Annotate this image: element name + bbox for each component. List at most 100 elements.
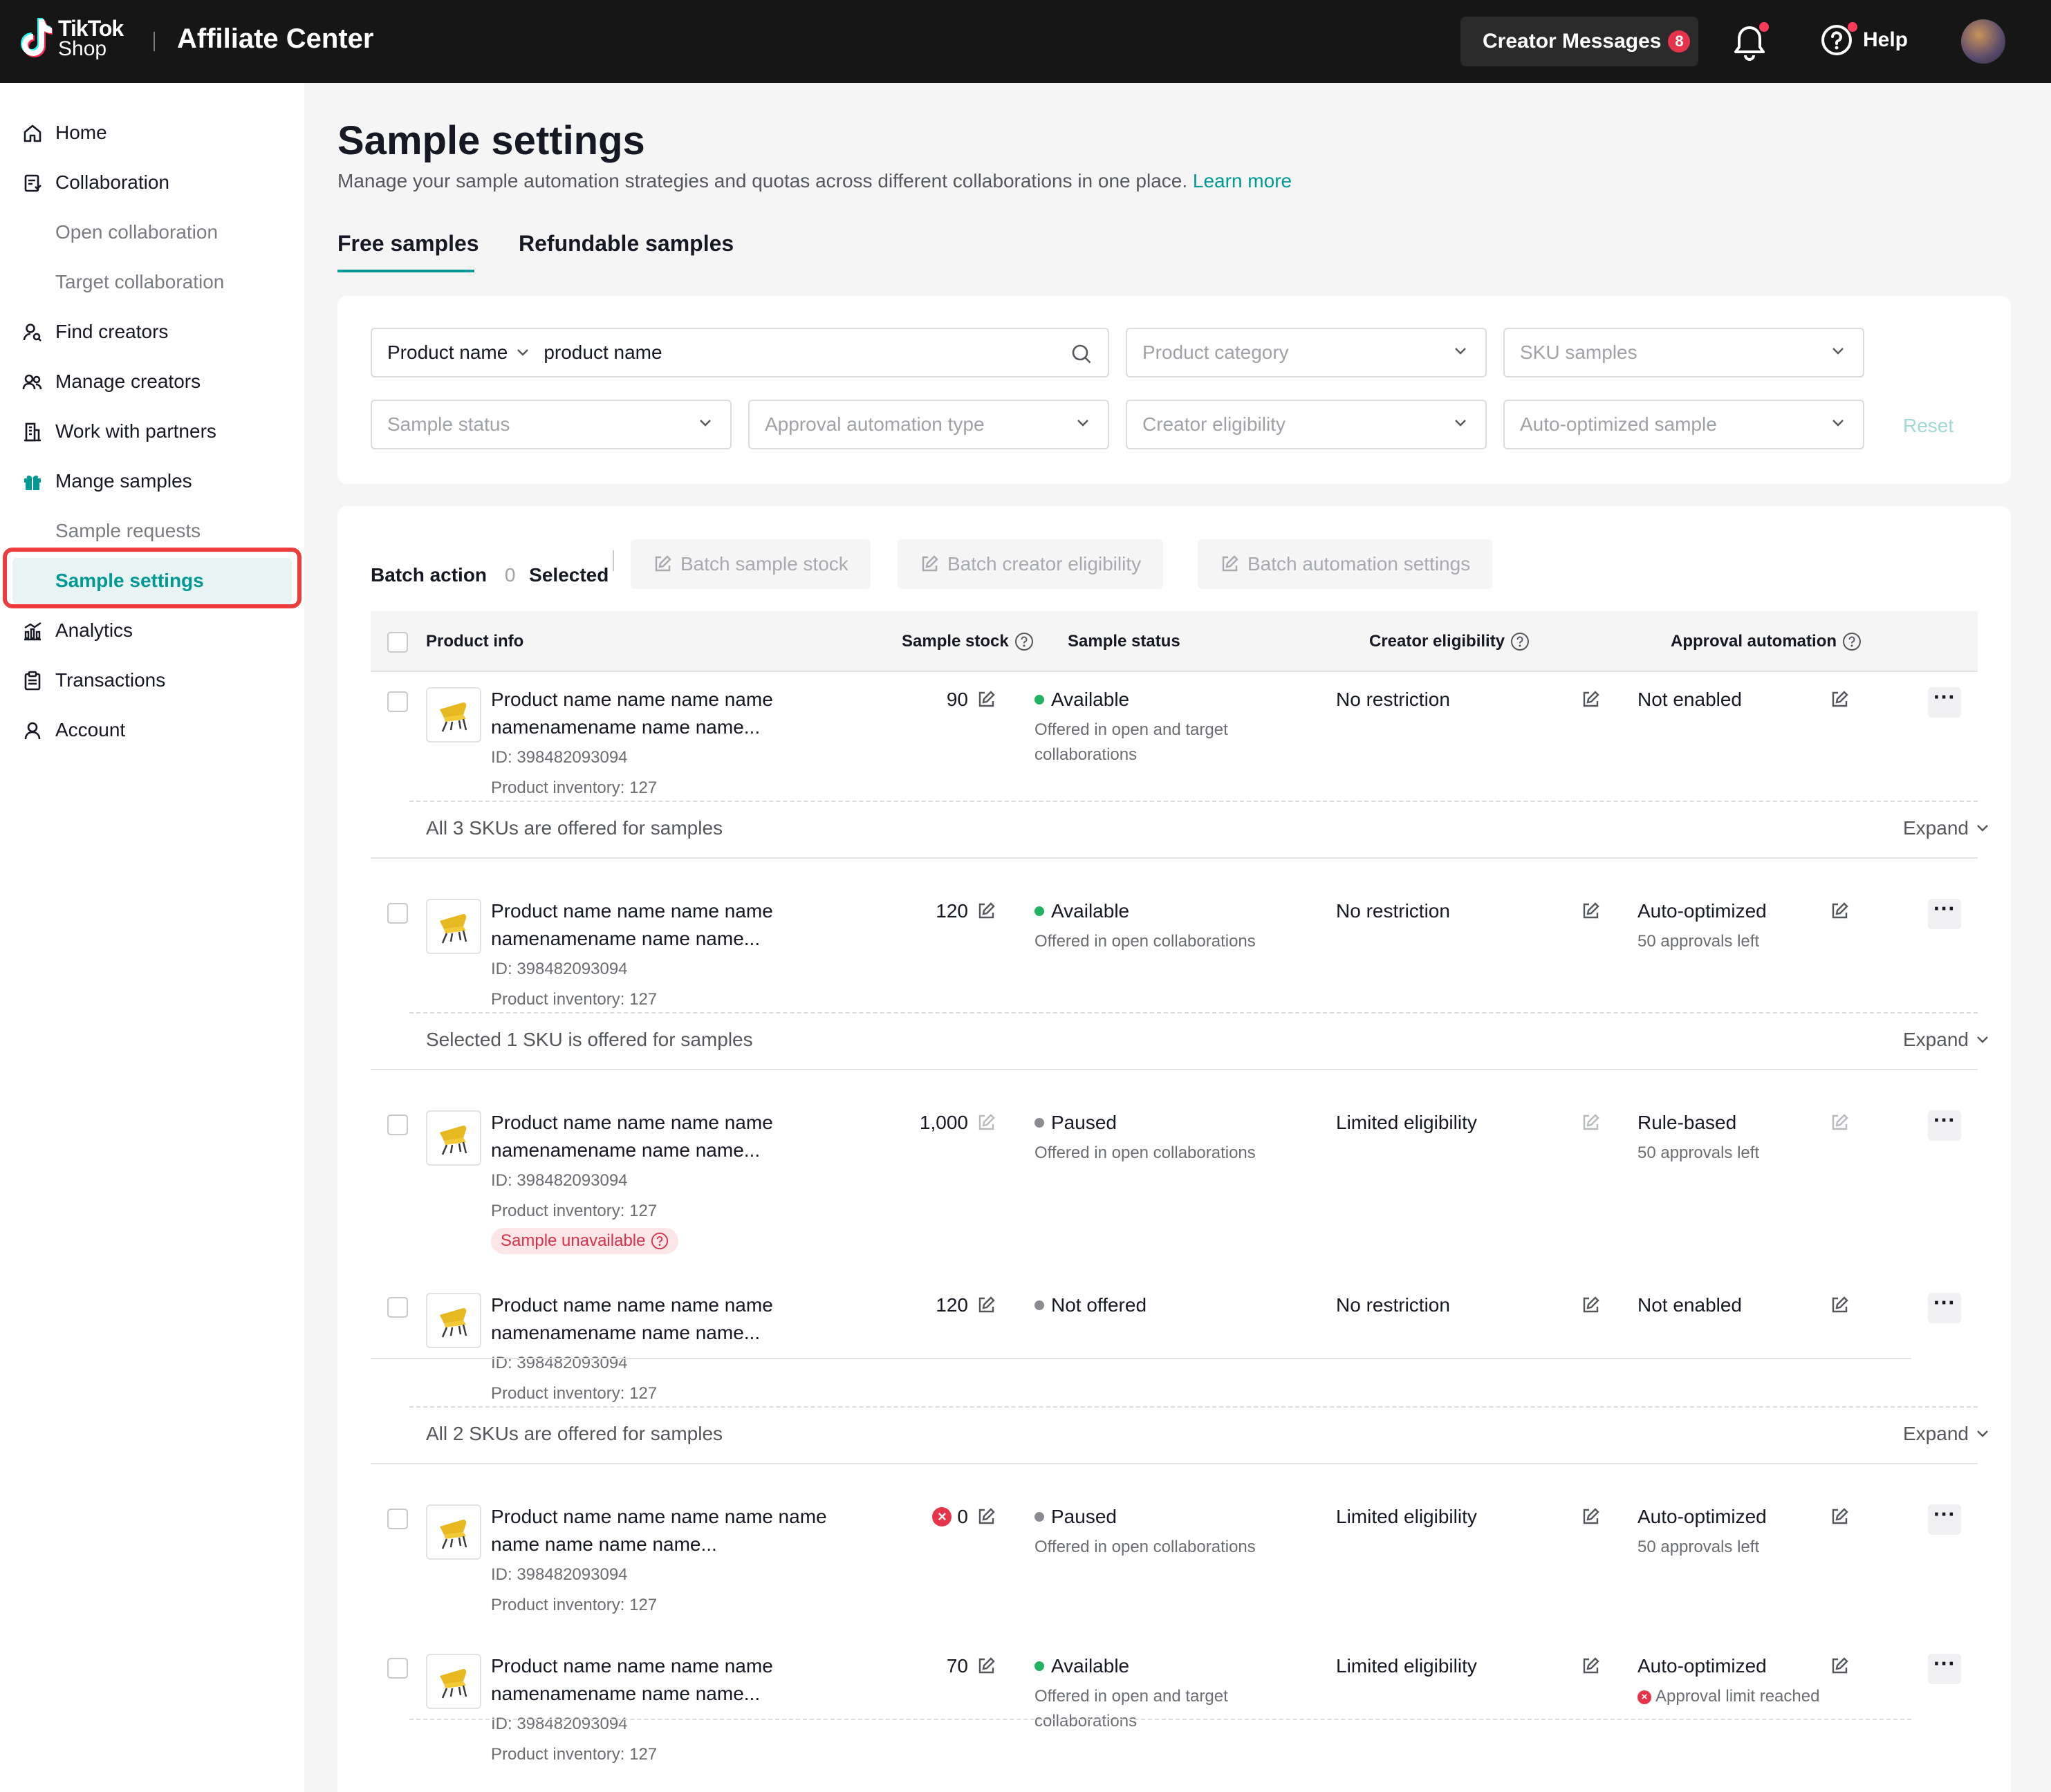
edit-icon[interactable] bbox=[1830, 902, 1849, 921]
help-button[interactable]: Help bbox=[1820, 22, 1908, 57]
edit-automation-button[interactable] bbox=[1830, 1113, 1849, 1132]
more-actions-button[interactable]: ··· bbox=[1928, 1652, 1961, 1684]
edit-icon[interactable] bbox=[976, 1113, 996, 1132]
edit-icon[interactable] bbox=[976, 1296, 996, 1315]
row-checkbox[interactable] bbox=[387, 1297, 408, 1318]
edit-eligibility-button[interactable] bbox=[1581, 1296, 1600, 1315]
edit-stock-button[interactable] bbox=[976, 902, 996, 921]
row-checkbox[interactable] bbox=[387, 903, 408, 924]
product-name-line1[interactable]: Product name name name name bbox=[491, 689, 773, 711]
row-checkbox[interactable] bbox=[387, 691, 408, 712]
expand-button[interactable]: Expand bbox=[1903, 1423, 1989, 1445]
more-actions-button[interactable]: ··· bbox=[1928, 1109, 1961, 1141]
edit-icon[interactable] bbox=[1581, 1507, 1600, 1527]
edit-icon[interactable] bbox=[1830, 1113, 1849, 1132]
expand-button[interactable]: Expand bbox=[1903, 817, 1989, 839]
edit-eligibility-button[interactable] bbox=[1581, 902, 1600, 921]
edit-icon[interactable] bbox=[976, 1507, 996, 1527]
row-checkbox[interactable] bbox=[387, 1509, 408, 1529]
sidebar-item-manage-samples[interactable]: Mange samples bbox=[0, 456, 304, 506]
sidebar-item-account[interactable]: Account bbox=[0, 705, 304, 755]
product-name-line1[interactable]: Product name name name name bbox=[491, 1112, 773, 1134]
sidebar-item-find-creators[interactable]: Find creators bbox=[0, 307, 304, 357]
edit-automation-button[interactable] bbox=[1830, 902, 1849, 921]
help-circle-icon[interactable] bbox=[1014, 632, 1034, 651]
search-input[interactable]: Product name product name bbox=[371, 328, 1109, 377]
edit-eligibility-button[interactable] bbox=[1581, 690, 1600, 709]
edit-stock-button[interactable] bbox=[976, 1296, 996, 1315]
sidebar-item-manage-creators[interactable]: Manage creators bbox=[0, 357, 304, 407]
edit-icon[interactable] bbox=[1830, 690, 1849, 709]
edit-icon[interactable] bbox=[1830, 1656, 1849, 1676]
select-all-checkbox[interactable] bbox=[387, 632, 408, 653]
sidebar-item-transactions[interactable]: Transactions bbox=[0, 655, 304, 705]
product-name-line2[interactable]: namenamename name name... bbox=[491, 1322, 760, 1344]
product-thumbnail[interactable] bbox=[426, 899, 481, 954]
product-thumbnail[interactable] bbox=[426, 1504, 481, 1560]
auto-optimized-sample-select[interactable]: Auto-optimized sample bbox=[1503, 400, 1864, 449]
creator-eligibility-select[interactable]: Creator eligibility bbox=[1126, 400, 1487, 449]
edit-stock-button[interactable] bbox=[976, 1113, 996, 1132]
product-thumbnail[interactable] bbox=[426, 1293, 481, 1348]
edit-icon[interactable] bbox=[976, 1656, 996, 1676]
sample-status-select[interactable]: Sample status bbox=[371, 400, 732, 449]
product-thumbnail[interactable] bbox=[426, 687, 481, 743]
product-name-line1[interactable]: Product name name name name bbox=[491, 1294, 773, 1316]
edit-icon[interactable] bbox=[976, 690, 996, 709]
product-name-line2[interactable]: name name name name... bbox=[491, 1533, 717, 1556]
product-thumbnail[interactable] bbox=[426, 1654, 481, 1709]
sidebar-item-work-with-partners[interactable]: Work with partners bbox=[0, 407, 304, 456]
batch-sample-stock-button[interactable]: Batch sample stock bbox=[631, 539, 871, 589]
search-icon[interactable] bbox=[1070, 343, 1093, 365]
sample-unavailable-tag[interactable]: Sample unavailable bbox=[491, 1228, 679, 1254]
product-name-line2[interactable]: namenamename name name... bbox=[491, 1683, 760, 1705]
sidebar-item-open-collaboration[interactable]: Open collaboration bbox=[0, 207, 304, 257]
edit-eligibility-button[interactable] bbox=[1581, 1656, 1600, 1676]
batch-creator-eligibility-button[interactable]: Batch creator eligibility bbox=[898, 539, 1164, 589]
tab-refundable-samples[interactable]: Refundable samples bbox=[519, 231, 734, 256]
edit-stock-button[interactable] bbox=[976, 1507, 996, 1527]
batch-automation-settings-button[interactable]: Batch automation settings bbox=[1198, 539, 1493, 589]
product-name-line1[interactable]: Product name name name name bbox=[491, 1655, 773, 1677]
edit-icon[interactable] bbox=[1830, 1507, 1849, 1527]
sku-samples-select[interactable]: SKU samples bbox=[1503, 328, 1864, 377]
product-name-line2[interactable]: namenamename name name... bbox=[491, 928, 760, 950]
product-name-line2[interactable]: namenamename name name... bbox=[491, 716, 760, 738]
edit-icon[interactable] bbox=[1581, 1113, 1600, 1132]
more-actions-button[interactable]: ··· bbox=[1928, 686, 1961, 718]
notifications-bell-icon[interactable] bbox=[1732, 22, 1769, 61]
edit-automation-button[interactable] bbox=[1830, 690, 1849, 709]
edit-eligibility-button[interactable] bbox=[1581, 1113, 1600, 1132]
edit-icon[interactable] bbox=[1581, 902, 1600, 921]
row-checkbox[interactable] bbox=[387, 1658, 408, 1679]
product-name-line2[interactable]: namenamename name name... bbox=[491, 1139, 760, 1161]
learn-more-link[interactable]: Learn more bbox=[1193, 170, 1292, 192]
row-checkbox[interactable] bbox=[387, 1114, 408, 1135]
approval-automation-type-select[interactable]: Approval automation type bbox=[748, 400, 1109, 449]
product-thumbnail[interactable] bbox=[426, 1110, 481, 1166]
creator-messages-button[interactable]: Creator Messages 8 bbox=[1460, 17, 1698, 66]
more-actions-button[interactable]: ··· bbox=[1928, 1503, 1961, 1535]
tiktok-shop-logo[interactable]: TikTok Shop bbox=[21, 17, 124, 61]
more-actions-button[interactable]: ··· bbox=[1928, 897, 1961, 929]
edit-automation-button[interactable] bbox=[1830, 1507, 1849, 1527]
edit-icon[interactable] bbox=[1581, 690, 1600, 709]
edit-icon[interactable] bbox=[976, 902, 996, 921]
sidebar-item-collaboration[interactable]: Collaboration bbox=[0, 158, 304, 207]
tab-free-samples[interactable]: Free samples bbox=[337, 231, 479, 256]
expand-button[interactable]: Expand bbox=[1903, 1029, 1989, 1051]
edit-icon[interactable] bbox=[1830, 1296, 1849, 1315]
reset-button[interactable]: Reset bbox=[1903, 415, 1953, 437]
edit-eligibility-button[interactable] bbox=[1581, 1507, 1600, 1527]
edit-automation-button[interactable] bbox=[1830, 1296, 1849, 1315]
search-type-select[interactable]: Product name bbox=[387, 342, 508, 364]
product-category-select[interactable]: Product category bbox=[1126, 328, 1487, 377]
more-actions-button[interactable]: ··· bbox=[1928, 1291, 1961, 1323]
edit-automation-button[interactable] bbox=[1830, 1656, 1849, 1676]
help-circle-icon[interactable] bbox=[1510, 632, 1530, 651]
help-circle-icon[interactable] bbox=[1842, 632, 1862, 651]
edit-stock-button[interactable] bbox=[976, 690, 996, 709]
edit-icon[interactable] bbox=[1581, 1656, 1600, 1676]
sidebar-item-home[interactable]: Home bbox=[0, 108, 304, 158]
product-name-line1[interactable]: Product name name name name name bbox=[491, 1506, 827, 1528]
